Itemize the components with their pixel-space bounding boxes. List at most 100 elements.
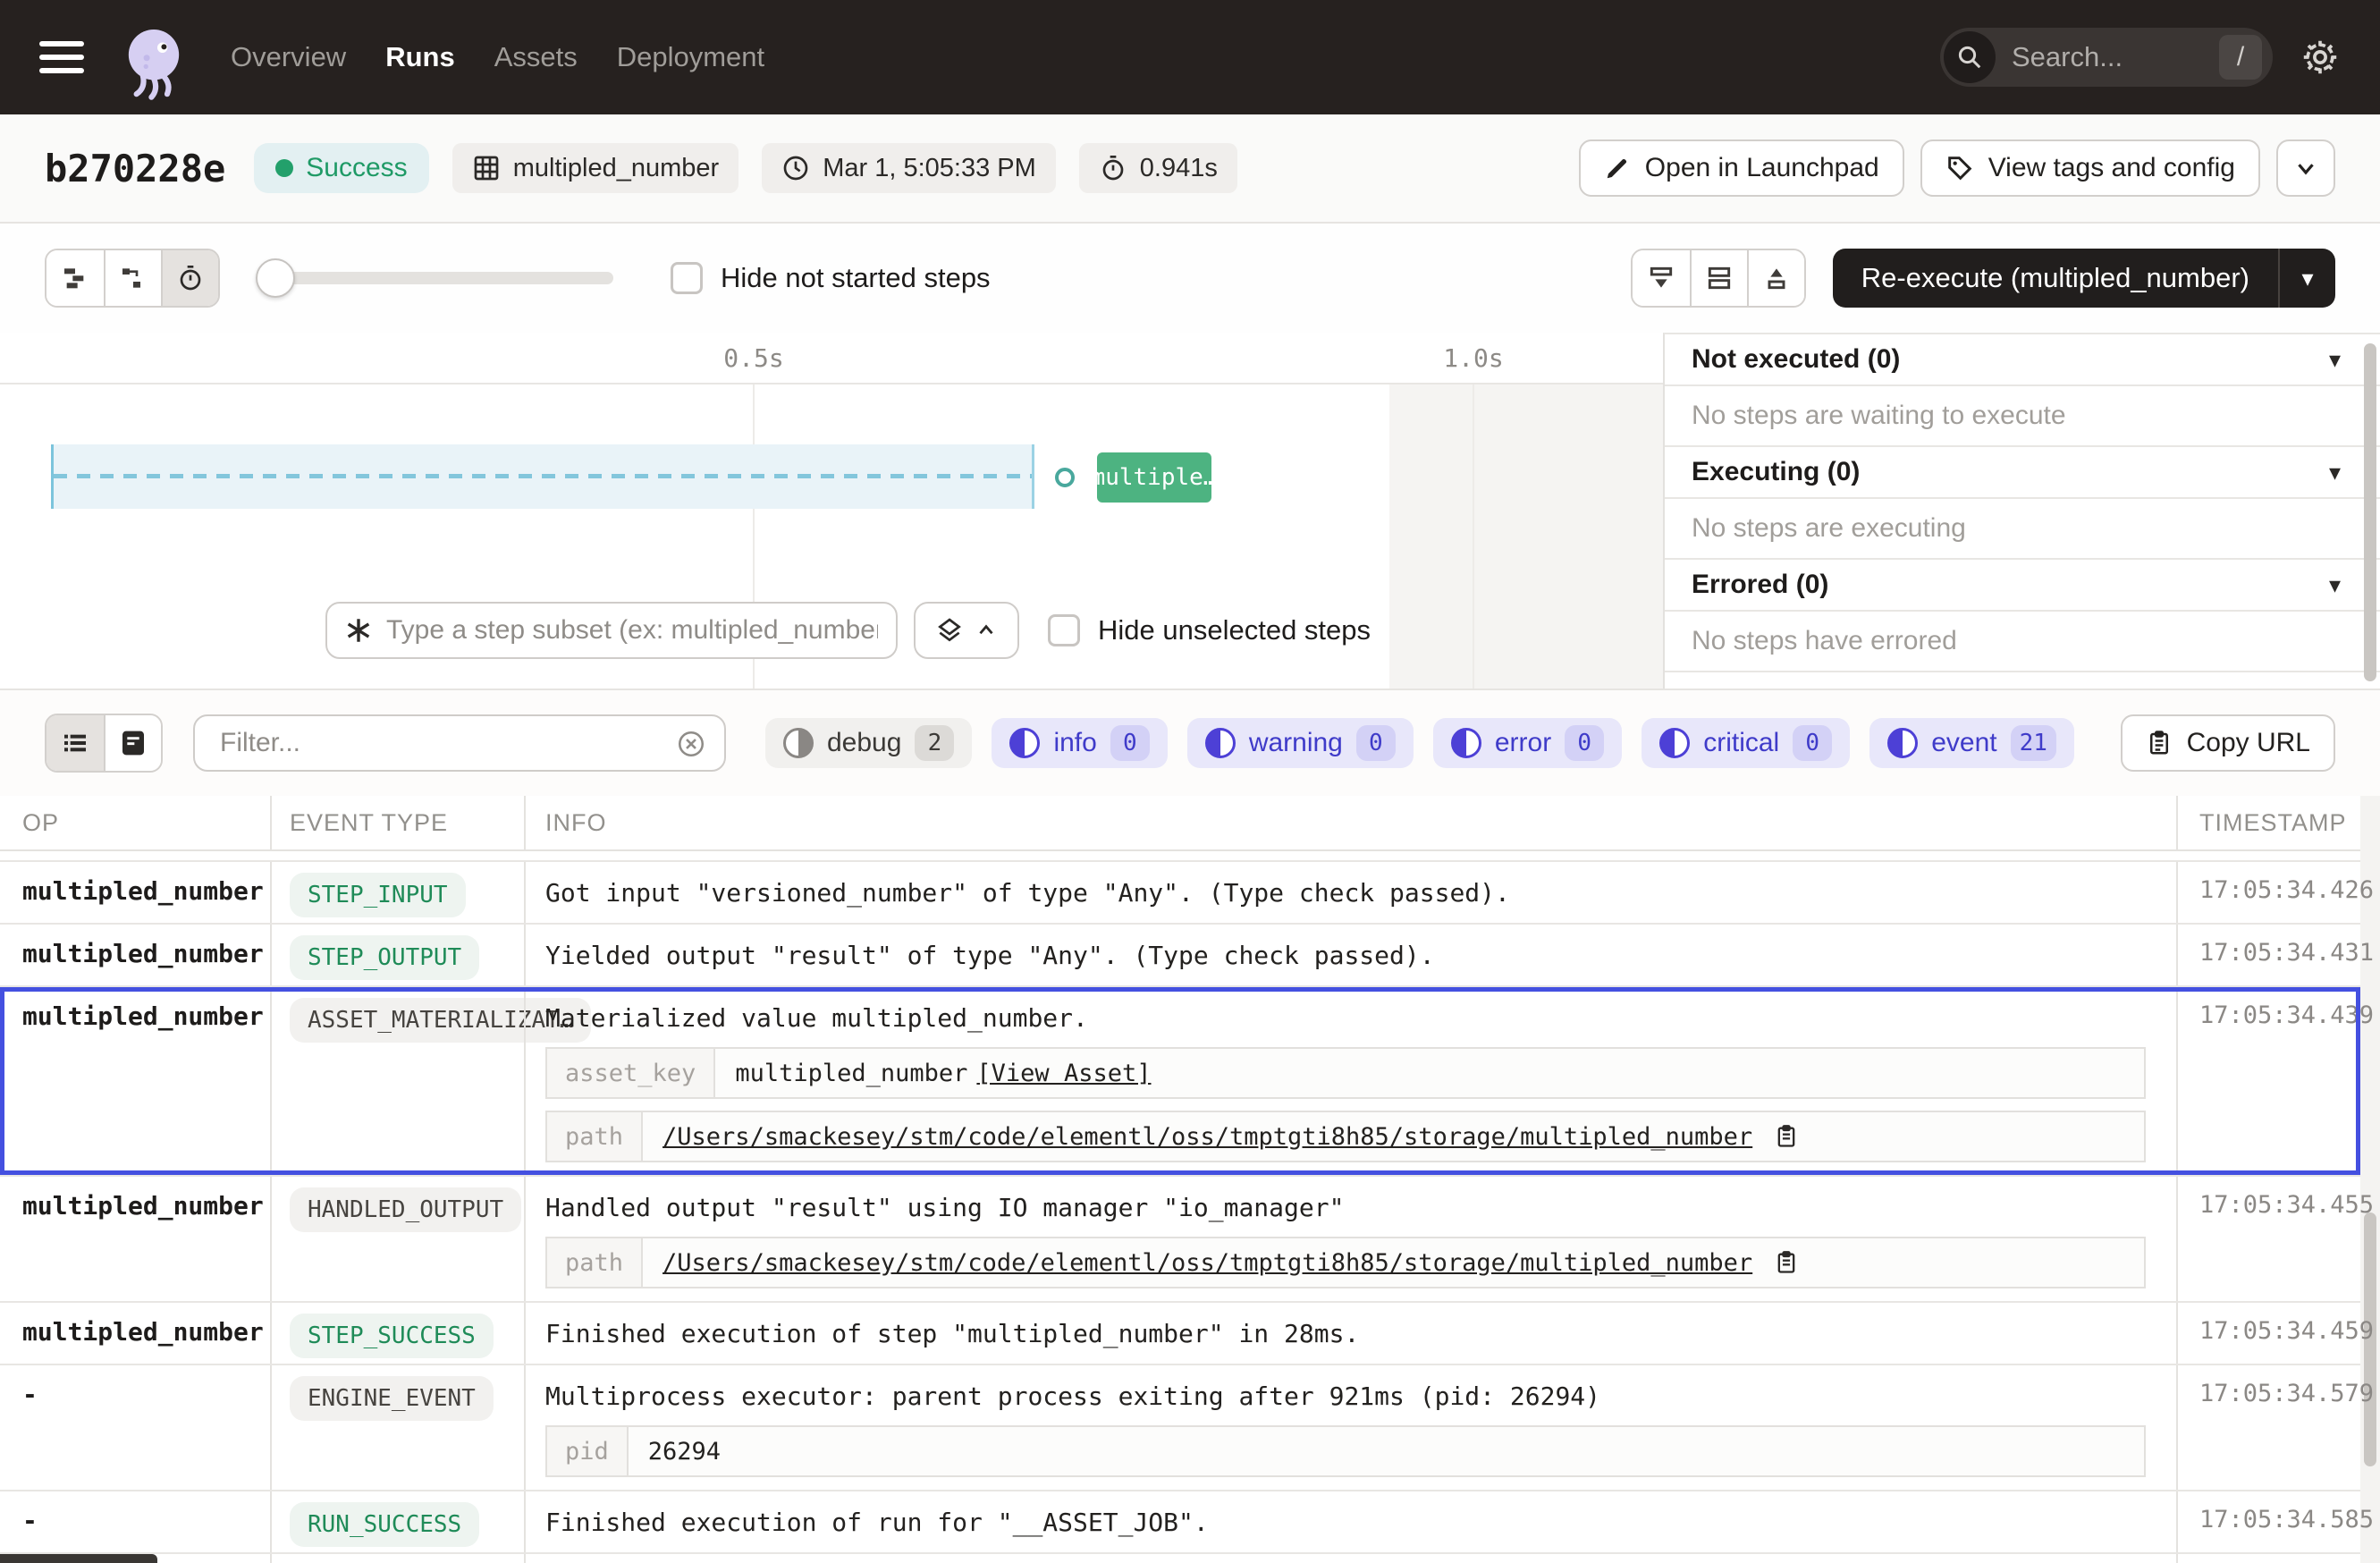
gantt-zoom-slider[interactable]	[259, 272, 613, 284]
clock-icon	[781, 154, 810, 182]
column-header-timestamp: TIMESTAMP	[2176, 796, 2360, 849]
table-row-highlighted[interactable]: multipled_number ASSET_MATERIALIZAT… Mat…	[0, 987, 2360, 1177]
table-row[interactable]: - ENGINE_EVENT Multiprocess executor: pa…	[0, 1365, 2360, 1491]
post-run-shaded-region	[1389, 384, 1663, 689]
nav-item-overview[interactable]: Overview	[231, 41, 346, 73]
nav-item-assets[interactable]: Assets	[494, 41, 578, 73]
time-axis: 0.5s 1.0s	[0, 333, 1663, 384]
toggle-icon[interactable]	[1659, 728, 1690, 758]
job-name-tag[interactable]: multipled_number	[452, 143, 739, 193]
toggle-icon[interactable]	[1205, 728, 1236, 758]
step-waiting-band	[51, 444, 1034, 509]
count-badge: 0	[1793, 725, 1832, 761]
table-row[interactable]: - RUN_SUCCESS Finished execution of run …	[0, 1491, 2360, 1554]
chevron-down-icon	[2292, 155, 2319, 182]
timestamp-cell: 17:05:34.595	[2176, 1554, 2360, 1563]
run-status-badge[interactable]: Success	[254, 143, 428, 193]
step-start-marker-icon	[1055, 468, 1075, 487]
panel-empty-message: No steps are waiting to execute	[1665, 386, 2380, 447]
hamburger-menu-icon[interactable]	[39, 41, 84, 73]
table-row[interactable]: multipled_number HANDLED_OUTPUT Handled …	[0, 1177, 2360, 1303]
column-header-info: INFO	[524, 796, 2176, 849]
checkbox-icon[interactable]	[1048, 614, 1080, 646]
hide-not-started-checkbox[interactable]: Hide not started steps	[671, 262, 991, 294]
log-scroll-gutter[interactable]	[2360, 796, 2380, 1563]
log-table: OP EVENT TYPE INFO TIMESTAMP multipled_n…	[0, 796, 2380, 1563]
metadata-label: path	[547, 1238, 643, 1287]
step-subset-bar: Hide unselected steps	[325, 602, 1371, 659]
split-panel-button[interactable]	[1690, 250, 1747, 306]
panel-section-header[interactable]: Executing (0)▾	[1665, 447, 2380, 499]
copy-icon[interactable]	[1774, 1124, 1799, 1149]
caret-down-icon[interactable]: ▾	[2329, 346, 2341, 374]
log-section: debug 2 info 0 warning 0 error 0 critica…	[0, 689, 2380, 1563]
filter-chip-debug[interactable]: debug 2	[765, 718, 972, 768]
log-info-text: Materialized value multipled_number.	[545, 1001, 2176, 1035]
metadata-row-pid: pid26294	[545, 1425, 2146, 1477]
toggle-icon[interactable]	[783, 728, 814, 758]
checkbox-icon[interactable]	[671, 262, 703, 294]
slider-knob[interactable]	[256, 258, 295, 298]
nav-item-deployment[interactable]: Deployment	[617, 41, 764, 73]
table-row[interactable]: multipled_number STEP_SUCCESS Finished e…	[0, 1303, 2360, 1365]
dagster-logo[interactable]	[114, 21, 193, 104]
waterfall-view-button[interactable]	[104, 250, 161, 306]
panel-scrollbar[interactable]	[2364, 343, 2376, 681]
start-time-tag[interactable]: Mar 1, 5:05:33 PM	[762, 143, 1056, 193]
panel-section-header[interactable]: Not executed (0)▾	[1665, 334, 2380, 386]
search-input[interactable]	[1996, 41, 2219, 73]
clear-filter-icon[interactable]	[676, 729, 706, 759]
metadata-link[interactable]: /Users/smackesey/stm/code/elementl/oss/t…	[663, 1123, 1752, 1151]
run-header-more-button[interactable]	[2276, 139, 2335, 197]
metadata-label: pid	[547, 1427, 629, 1475]
metadata-label: asset_key	[547, 1049, 715, 1097]
step-subset-input[interactable]	[325, 602, 898, 659]
gantt-step-bar[interactable]: multiple…	[1097, 452, 1211, 503]
table-row[interactable]: - ENGINE_EVENT Process for run exited (p…	[0, 1554, 2360, 1563]
count-badge: 0	[1356, 725, 1396, 761]
open-in-launchpad-button[interactable]: Open in Launchpad	[1579, 139, 1904, 197]
axis-tick: 0.5s	[723, 343, 783, 373]
filter-chip-warning[interactable]: warning 0	[1187, 718, 1414, 768]
log-filter-input[interactable]	[193, 714, 726, 772]
metadata-link[interactable]: [View Asset]	[976, 1060, 1151, 1087]
log-structured-view-button[interactable]	[104, 715, 161, 771]
expand-panel-button[interactable]	[1747, 250, 1804, 306]
filter-chip-critical[interactable]: critical 0	[1642, 718, 1850, 768]
toggle-icon[interactable]	[1009, 728, 1040, 758]
column-header-op: OP	[0, 796, 270, 849]
flat-view-button[interactable]	[46, 250, 104, 306]
filter-chip-error[interactable]: error 0	[1433, 718, 1622, 768]
panel-empty-message: No steps are executing	[1665, 499, 2380, 560]
graph-query-button[interactable]	[914, 602, 1019, 659]
timed-view-button[interactable]	[161, 250, 218, 306]
hide-unselected-checkbox[interactable]: Hide unselected steps	[1048, 614, 1371, 646]
log-info-text: Got input "versioned_number" of type "An…	[545, 876, 2176, 910]
metadata-link[interactable]: /Users/smackesey/stm/code/elementl/oss/t…	[663, 1249, 1752, 1277]
log-info-text: Finished execution of run for "__ASSET_J…	[545, 1506, 2176, 1540]
table-row[interactable]: multipled_number STEP_OUTPUT Yielded out…	[0, 925, 2360, 987]
copy-icon[interactable]	[1774, 1250, 1799, 1275]
collapse-panel-button[interactable]	[1633, 250, 1690, 306]
toggle-icon[interactable]	[1887, 728, 1918, 758]
metadata-value: /Users/smackesey/stm/code/elementl/oss/t…	[643, 1112, 2144, 1161]
caret-down-icon[interactable]: ▾	[2329, 459, 2341, 486]
reexecute-button[interactable]: Re-execute (multipled_number) ▾	[1833, 249, 2335, 308]
log-list-view-button[interactable]	[46, 715, 104, 771]
panel-section-header[interactable]: Errored (0)▾	[1665, 560, 2380, 612]
axis-tick: 1.0s	[1443, 343, 1503, 373]
filter-chip-info[interactable]: info 0	[992, 718, 1167, 768]
timestamp-cell: 17:05:34.426	[2176, 862, 2360, 923]
filter-chip-event[interactable]: event 21	[1869, 718, 2074, 768]
toggle-icon[interactable]	[1451, 728, 1481, 758]
duration-tag[interactable]: 0.941s	[1079, 143, 1237, 193]
nav-item-runs[interactable]: Runs	[385, 41, 455, 73]
gear-icon[interactable]	[2300, 37, 2341, 78]
gantt-plot-area[interactable]: multiple…	[0, 384, 1663, 689]
reexecute-dropdown-caret[interactable]: ▾	[2278, 249, 2335, 308]
table-row[interactable]: multipled_number STEP_INPUT Got input "v…	[0, 862, 2360, 925]
view-tags-config-button[interactable]: View tags and config	[1920, 139, 2260, 197]
caret-down-icon[interactable]: ▾	[2329, 571, 2341, 599]
global-search[interactable]: /	[1940, 28, 2273, 87]
copy-url-button[interactable]: Copy URL	[2121, 714, 2335, 772]
